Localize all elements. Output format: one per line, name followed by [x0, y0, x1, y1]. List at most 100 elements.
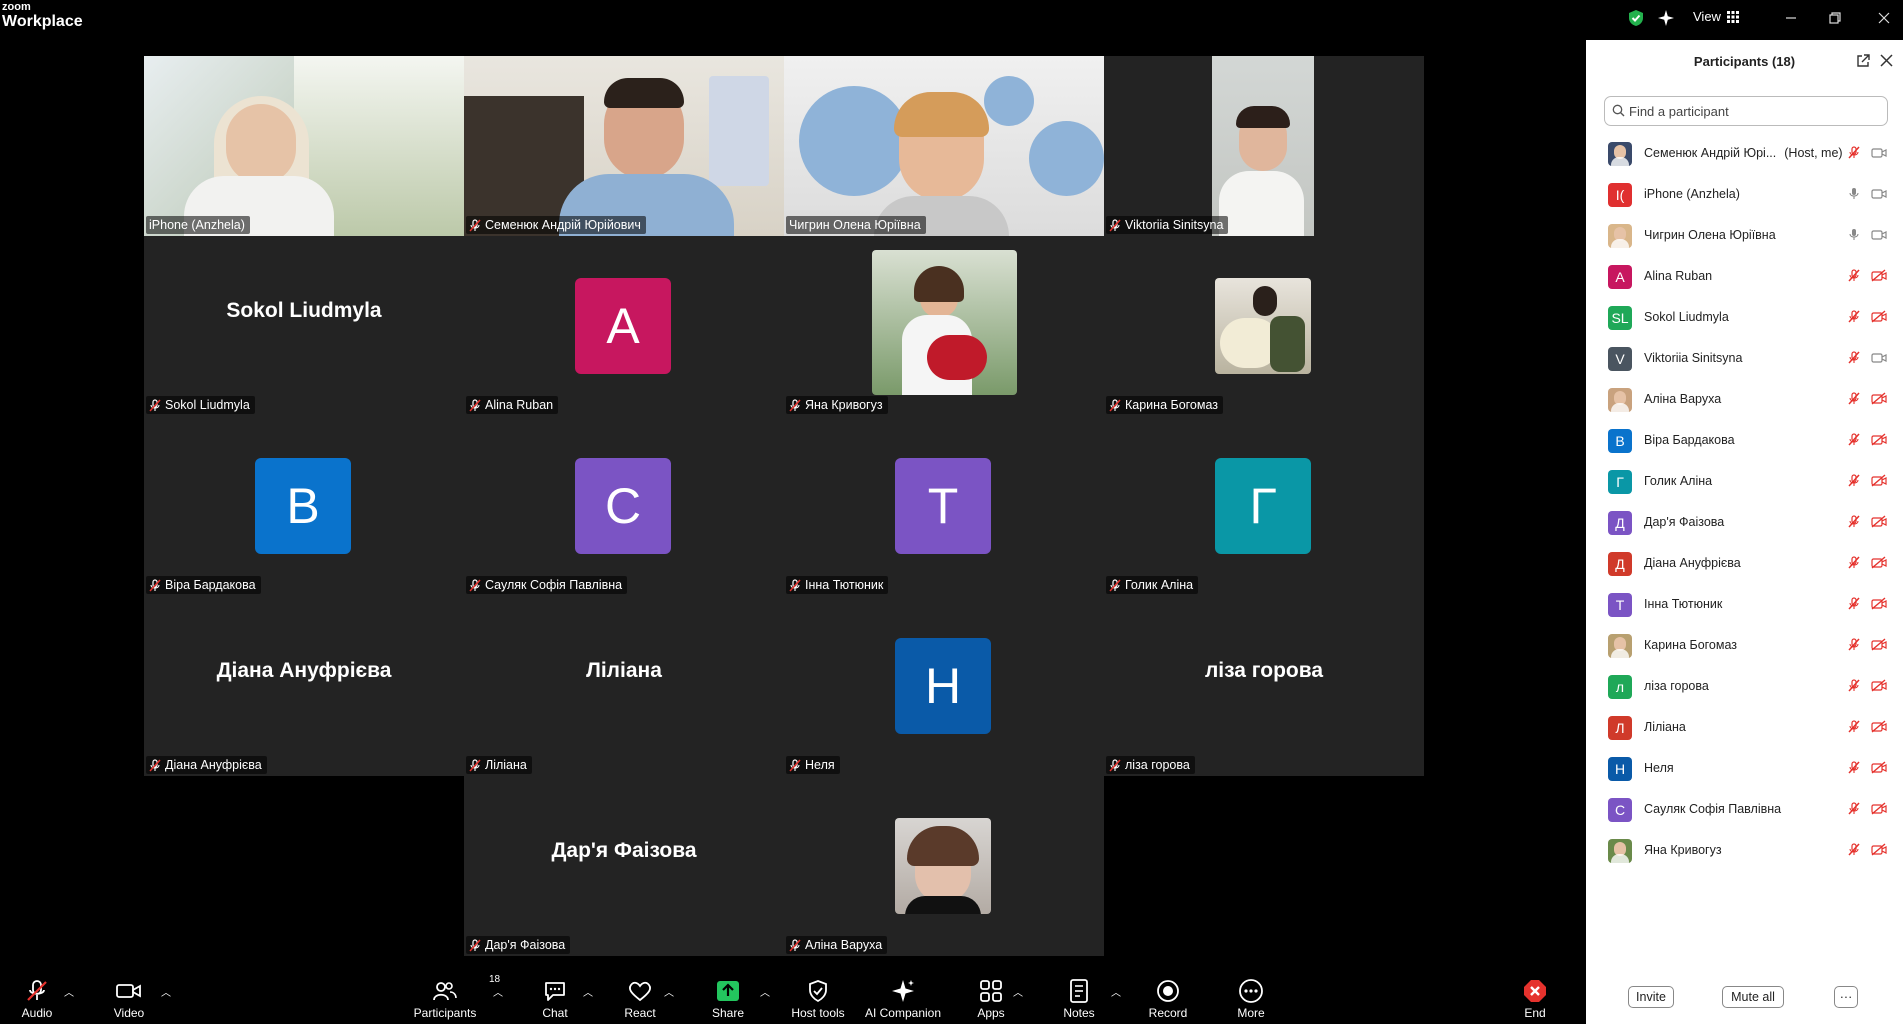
participant-row[interactable]: Чигрин Олена Юріївна: [1586, 218, 1903, 252]
video-tile[interactable]: H Неля: [784, 596, 1104, 776]
camera-icon[interactable]: [1871, 146, 1887, 164]
participant-row[interactable]: B Віра Бардакова: [1586, 423, 1903, 457]
ai-sparkle-icon[interactable]: [1657, 8, 1675, 28]
chat-options-caret-icon[interactable]: ︿: [583, 984, 593, 999]
video-tile[interactable]: A Alina Ruban: [464, 236, 784, 416]
camera-off-icon[interactable]: [1871, 720, 1887, 738]
participant-row[interactable]: Д Діана Ануфрієва: [1586, 546, 1903, 580]
participant-row[interactable]: T Інна Тютюник: [1586, 587, 1903, 621]
mic-muted-icon[interactable]: [1848, 269, 1860, 287]
mic-icon[interactable]: [1848, 187, 1860, 205]
mic-muted-icon[interactable]: [1848, 474, 1860, 492]
mic-muted-icon[interactable]: [1848, 802, 1860, 820]
pop-out-icon[interactable]: [1856, 54, 1870, 73]
share-button[interactable]: Share: [688, 978, 768, 1022]
participant-row[interactable]: SL Sokol Liudmyla: [1586, 300, 1903, 334]
participant-row[interactable]: Д Дар'я Фаізова: [1586, 505, 1903, 539]
camera-off-icon[interactable]: [1871, 556, 1887, 574]
mic-muted-icon[interactable]: [1848, 556, 1860, 574]
camera-off-icon[interactable]: [1871, 269, 1887, 287]
end-button[interactable]: End: [1495, 978, 1575, 1022]
video-tile[interactable]: C Сауляк Софія Павлівна: [464, 416, 784, 596]
video-button[interactable]: Video: [89, 978, 169, 1022]
video-tile[interactable]: T Інна Тютюник: [784, 416, 1104, 596]
minimize-button[interactable]: [1779, 8, 1803, 28]
camera-off-icon[interactable]: [1871, 310, 1887, 328]
record-button[interactable]: Record: [1128, 978, 1208, 1022]
camera-off-icon[interactable]: [1871, 802, 1887, 820]
restore-button[interactable]: [1823, 8, 1847, 28]
mic-muted-icon[interactable]: [1848, 720, 1860, 738]
participants-button[interactable]: 18 Participants: [405, 974, 500, 1022]
video-tile[interactable]: Ліліана Ліліана: [464, 596, 784, 776]
video-tile[interactable]: Viktoriia Sinitsyna: [1104, 56, 1424, 236]
apps-options-caret-icon[interactable]: ︿: [1013, 984, 1023, 999]
video-tile[interactable]: Г Голик Аліна: [1104, 416, 1424, 596]
react-options-caret-icon[interactable]: ︿: [664, 984, 674, 999]
video-tile[interactable]: Семенюк Андрій Юрійович: [464, 56, 784, 236]
close-panel-icon[interactable]: [1880, 54, 1893, 72]
mic-muted-icon[interactable]: [1848, 761, 1860, 779]
audio-options-caret-icon[interactable]: ︿: [64, 984, 74, 999]
camera-off-icon[interactable]: [1871, 515, 1887, 533]
mic-muted-icon[interactable]: [1848, 843, 1860, 861]
video-tile[interactable]: B Віра Бардакова: [144, 416, 464, 596]
camera-off-icon[interactable]: [1871, 638, 1887, 656]
camera-off-icon[interactable]: [1871, 597, 1887, 615]
video-tile[interactable]: Аліна Варуха: [784, 776, 1104, 956]
shield-check-icon[interactable]: [1627, 8, 1645, 28]
mic-icon[interactable]: [1848, 228, 1860, 246]
camera-off-icon[interactable]: [1871, 433, 1887, 451]
mic-muted-icon[interactable]: [1848, 433, 1860, 451]
host-tools-button[interactable]: Host tools: [778, 978, 858, 1022]
video-options-caret-icon[interactable]: ︿: [161, 984, 171, 999]
participant-row[interactable]: A Alina Ruban: [1586, 259, 1903, 293]
close-window-button[interactable]: [1872, 8, 1896, 28]
video-tile[interactable]: Яна Кривогуз: [784, 236, 1104, 416]
ai-companion-button[interactable]: AI Companion: [863, 978, 943, 1022]
participant-row[interactable]: Г Голик Аліна: [1586, 464, 1903, 498]
participant-row[interactable]: Л Ліліана: [1586, 710, 1903, 744]
mic-muted-icon[interactable]: [1848, 310, 1860, 328]
mic-muted-icon[interactable]: [1848, 679, 1860, 697]
mic-muted-icon[interactable]: [1848, 392, 1860, 410]
participant-row[interactable]: I(iPhone (Anzhela): [1586, 177, 1903, 211]
video-tile[interactable]: Чигрин Олена Юріївна: [784, 56, 1104, 236]
notes-options-caret-icon[interactable]: ︿: [1111, 984, 1121, 999]
view-button[interactable]: View: [1693, 9, 1739, 24]
camera-off-icon[interactable]: [1871, 392, 1887, 410]
mic-muted-icon[interactable]: [1848, 515, 1860, 533]
share-options-caret-icon[interactable]: ︿: [760, 984, 770, 999]
invite-button[interactable]: Invite: [1628, 986, 1674, 1008]
search-participant-input[interactable]: Find a participant: [1604, 96, 1888, 126]
participant-row[interactable]: V Viktoriia Sinitsyna: [1586, 341, 1903, 375]
camera-icon[interactable]: [1871, 228, 1887, 246]
participant-row[interactable]: Аліна Варуха: [1586, 382, 1903, 416]
camera-off-icon[interactable]: [1871, 679, 1887, 697]
participants-options-caret-icon[interactable]: ︿: [493, 984, 503, 999]
participant-row[interactable]: Яна Кривогуз: [1586, 833, 1903, 867]
camera-off-icon[interactable]: [1871, 474, 1887, 492]
participant-row[interactable]: H Неля: [1586, 751, 1903, 785]
video-tile[interactable]: ліза горова ліза горова: [1104, 596, 1424, 776]
camera-icon[interactable]: [1871, 187, 1887, 205]
mic-muted-icon[interactable]: [1848, 351, 1860, 369]
camera-off-icon[interactable]: [1871, 761, 1887, 779]
participant-row[interactable]: л ліза горова: [1586, 669, 1903, 703]
video-tile[interactable]: iPhone (Anzhela): [144, 56, 464, 236]
video-tile[interactable]: Sokol Liudmyla Sokol Liudmyla: [144, 236, 464, 416]
more-options-button[interactable]: ···: [1834, 986, 1858, 1008]
more-button[interactable]: More: [1211, 978, 1291, 1022]
participant-row[interactable]: C Сауляк Софія Павлівна: [1586, 792, 1903, 826]
notes-button[interactable]: Notes: [1039, 978, 1119, 1022]
participant-row[interactable]: Семенюк Андрій Юрі... (Host, me): [1586, 136, 1903, 170]
mic-muted-icon[interactable]: [1848, 597, 1860, 615]
camera-off-icon[interactable]: [1871, 843, 1887, 861]
video-tile[interactable]: Дар'я Фаізова Дар'я Фаізова: [464, 776, 784, 956]
mic-muted-icon[interactable]: [1848, 638, 1860, 656]
video-tile[interactable]: Діана Ануфрієва Діана Ануфрієва: [144, 596, 464, 776]
mute-all-button[interactable]: Mute all: [1722, 986, 1784, 1008]
mic-muted-icon[interactable]: [1848, 146, 1860, 164]
camera-icon[interactable]: [1871, 351, 1887, 369]
participant-row[interactable]: Карина Богомаз: [1586, 628, 1903, 662]
